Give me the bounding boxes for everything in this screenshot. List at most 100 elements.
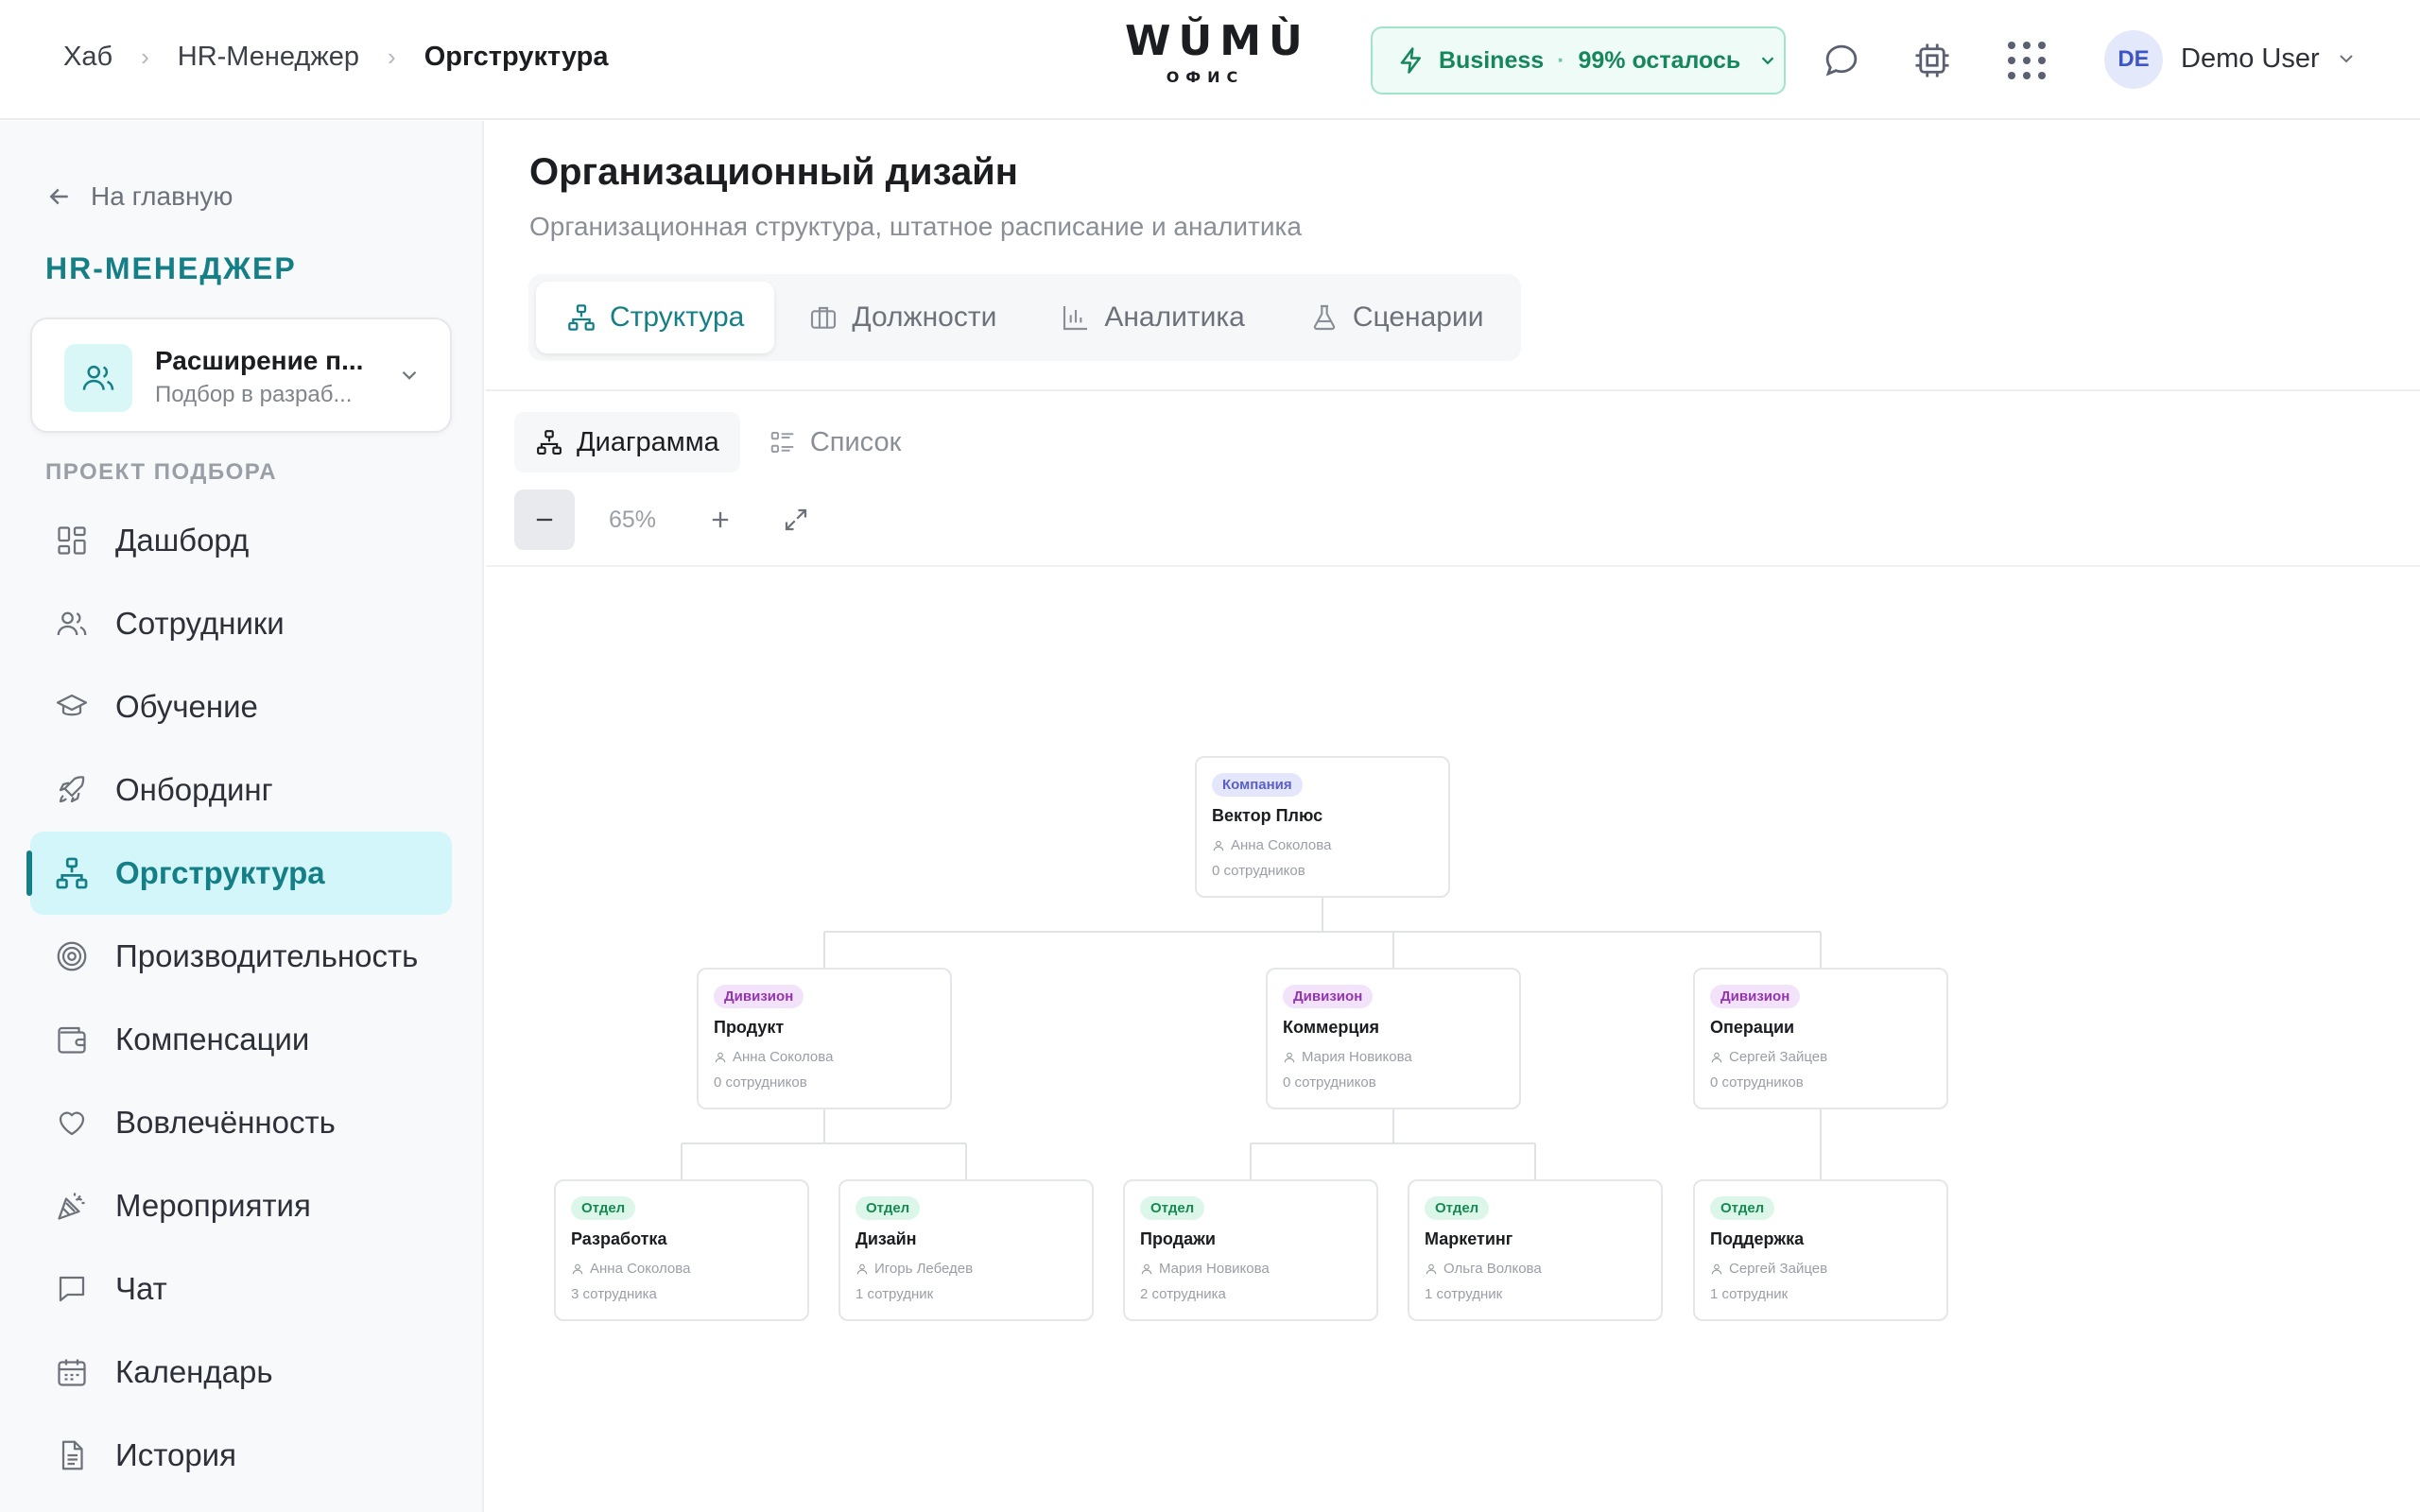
view-tab-label: Диаграмма [577, 426, 719, 457]
org-badge: Дивизион [1710, 985, 1801, 1008]
top-bar: Хаб › HR-Менеджер › Оргструктура WŬMÙ ОФ… [0, 0, 2420, 120]
apps-grid-icon[interactable] [2004, 38, 2049, 83]
avatar[interactable]: DE [2104, 30, 2163, 89]
chevron-right-icon: › [388, 43, 396, 71]
chevron-down-icon [1761, 57, 1774, 65]
sidebar-item-label: Мероприятия [115, 1188, 311, 1223]
chat-bubble-icon[interactable] [1819, 38, 1864, 83]
org-node-department[interactable]: Отдел Дизайн Игорь Лебедев 1 сотрудник [838, 1179, 1094, 1321]
plus-icon [712, 511, 729, 528]
sidebar-item-label: Оргструктура [115, 855, 325, 890]
org-node-name: Разработка [571, 1229, 667, 1248]
list-icon [770, 432, 794, 453]
org-node-division[interactable]: Дивизион Операции Сергей Зайцев 0 сотруд… [1693, 968, 1948, 1109]
org-node-lead: Анна Соколова [1212, 837, 1433, 853]
sidebar-item-chat[interactable]: Чат [30, 1247, 452, 1331]
tab-label: Структура [610, 301, 745, 333]
back-to-home-link[interactable]: На главную [45, 181, 233, 212]
org-node-name: Дизайн [856, 1229, 917, 1248]
tab-scenarios[interactable]: Сценарии [1279, 282, 1514, 353]
org-node-count: 0 сотрудников [1710, 1074, 1804, 1091]
org-node-department[interactable]: Отдел Маркетинг Ольга Волкова 1 сотрудни… [1408, 1179, 1663, 1321]
tab-analytics[interactable]: Аналитика [1030, 282, 1275, 353]
sidebar-item-dashboard[interactable]: Дашборд [30, 499, 452, 582]
org-chart-icon [568, 304, 595, 331]
sidebar-item-learning[interactable]: Обучение [30, 665, 452, 748]
sidebar-item-employees[interactable]: Сотрудники [30, 582, 452, 665]
fullscreen-button[interactable] [766, 490, 826, 550]
org-badge: Отдел [856, 1196, 921, 1220]
rocket-icon [53, 771, 91, 809]
sidebar-item-label: Компенсации [115, 1022, 310, 1057]
project-selector[interactable]: Расширение п... Подбор в разраб... [30, 318, 452, 433]
sidebar-item-onboarding[interactable]: Онбординг [30, 748, 452, 832]
org-node-company[interactable]: Компания Вектор Плюс Анна Соколова 0 сот… [1195, 756, 1450, 898]
org-node-count: 1 сотрудник [1710, 1286, 1789, 1302]
sidebar-item-performance[interactable]: Производительность [30, 915, 452, 998]
org-node-name: Поддержка [1710, 1229, 1805, 1248]
app-logo[interactable]: WŬMÙ ОФИС [1125, 18, 1303, 86]
user-name[interactable]: Demo User [2181, 43, 2320, 75]
sidebar-item-calendar[interactable]: Календарь [30, 1331, 452, 1414]
org-node-department[interactable]: Отдел Продажи Мария Новикова 2 сотрудник… [1123, 1179, 1378, 1321]
org-node-count: 0 сотрудников [714, 1074, 807, 1091]
org-badge: Отдел [571, 1196, 636, 1220]
party-icon [53, 1187, 91, 1225]
view-tab-list[interactable]: Список [748, 412, 923, 472]
org-node-department[interactable]: Отдел Разработка Анна Соколова 3 сотрудн… [554, 1179, 809, 1321]
person-icon [1141, 1263, 1152, 1274]
org-chart: Компания Вектор Плюс Анна Соколова 0 сот… [486, 567, 2420, 1512]
calendar-icon [53, 1353, 91, 1391]
sidebar-item-events[interactable]: Мероприятия [30, 1164, 452, 1247]
page-title: Организационный дизайн [529, 151, 1018, 193]
tab-positions[interactable]: Должности [778, 282, 1027, 353]
org-node-count: 0 сотрудников [1212, 863, 1305, 879]
org-lead-name: Анна Соколова [1231, 837, 1332, 853]
cpu-chip-icon[interactable] [1910, 38, 1955, 83]
org-node-division[interactable]: Дивизион Продукт Анна Соколова 0 сотрудн… [697, 968, 952, 1109]
zoom-in-button[interactable] [690, 490, 751, 550]
zoom-controls: 65% [514, 490, 826, 550]
chevron-down-icon[interactable] [2335, 47, 2358, 70]
zoom-out-button[interactable] [514, 490, 575, 550]
org-badge: Отдел [1710, 1196, 1775, 1220]
plan-remaining: 99% осталось [1578, 46, 1741, 74]
breadcrumb-hub[interactable]: Хаб [63, 42, 112, 73]
view-tab-diagram[interactable]: Диаграмма [514, 412, 740, 472]
org-node-count: 2 сотрудника [1140, 1286, 1226, 1302]
sidebar-item-label: Дашборд [115, 523, 250, 558]
org-node-department[interactable]: Отдел Поддержка Сергей Зайцев 1 сотрудни… [1693, 1179, 1948, 1321]
zoom-level: 65% [608, 506, 657, 533]
breadcrumb-hr-manager[interactable]: HR-Менеджер [178, 42, 359, 73]
org-lead-name: Сергей Зайцев [1729, 1049, 1828, 1065]
tab-structure[interactable]: Структура [536, 282, 775, 353]
wallet-icon [53, 1021, 91, 1058]
org-lead-name: Ольга Волкова [1443, 1261, 1542, 1277]
person-icon [1426, 1263, 1437, 1274]
sidebar-item-org-structure[interactable]: Оргструктура [26, 832, 452, 915]
org-node-name: Коммерция [1283, 1018, 1380, 1037]
sidebar-item-label: Онбординг [115, 772, 273, 807]
sidebar-item-engagement[interactable]: Вовлечённость [30, 1081, 452, 1164]
org-node-lead: Анна Соколова [571, 1261, 792, 1277]
breadcrumb: Хаб › HR-Менеджер › Оргструктура [63, 42, 608, 73]
org-chart-icon [537, 430, 562, 455]
org-badge: Дивизион [714, 985, 804, 1008]
sidebar-title: HR-МЕНЕДЖЕР [45, 251, 297, 285]
sidebar-item-history[interactable]: История [30, 1414, 452, 1497]
org-badge: Компания [1212, 773, 1303, 797]
org-node-division[interactable]: Дивизион Коммерция Мария Новикова 0 сотр… [1266, 968, 1521, 1109]
org-node-count: 1 сотрудник [1425, 1286, 1503, 1302]
page-subtitle: Организационная структура, штатное распи… [529, 212, 1302, 241]
org-badge: Отдел [1425, 1196, 1490, 1220]
graduation-cap-icon [53, 688, 91, 726]
plan-usage-button[interactable]: Business · 99% осталось [1371, 26, 1786, 94]
document-icon [53, 1436, 91, 1474]
org-node-lead: Мария Новикова [1140, 1261, 1361, 1277]
users-icon [64, 344, 132, 412]
sidebar-item-compensation[interactable]: Компенсации [30, 998, 452, 1081]
target-icon [53, 937, 91, 975]
person-icon [856, 1263, 868, 1274]
tab-label: Аналитика [1104, 301, 1245, 333]
sidebar-nav: Дашборд Сотрудники Обучение Онбординг Ор… [26, 499, 452, 1497]
